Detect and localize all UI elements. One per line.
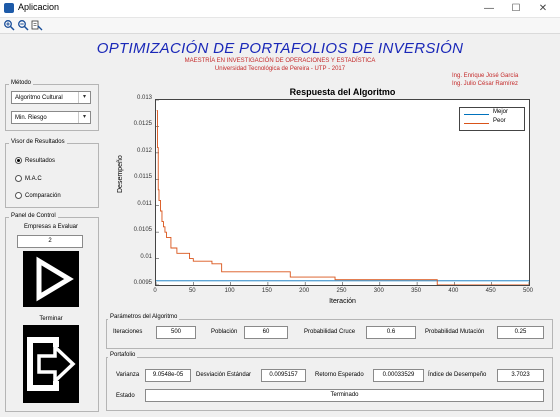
radio-resultados-label: Resultados — [25, 158, 56, 165]
chart-title: Respuesta del Algoritmo — [289, 87, 396, 97]
status-label: Estado — [116, 393, 135, 399]
subtitle-university: Universidad Tecnológica de Pereira - UTP… — [214, 66, 346, 72]
legend-label-mejor: Mejor — [493, 109, 509, 115]
crossover-input[interactable]: 0.6 — [366, 326, 416, 339]
x-tick-label: 350 — [411, 288, 422, 294]
radio-comparacion-label: Comparación — [25, 193, 61, 200]
x-tick-label: 150 — [261, 288, 272, 294]
y-tick-label: 0.01 — [140, 253, 152, 260]
variance-field: 9.0548e-05 — [145, 369, 191, 382]
subtitle-program: MAESTRÍA EN INVESTIGACIÓN DE OPERACIONES… — [184, 58, 376, 64]
population-input[interactable]: 60 — [244, 326, 288, 339]
variance-label: Varianza — [116, 372, 140, 378]
radio-resultados[interactable]: Resultados — [15, 157, 55, 164]
chevron-down-icon: ▾ — [78, 112, 90, 123]
companies-input[interactable]: 2 — [17, 235, 83, 248]
objective-select-value: Min. Riesgo — [15, 115, 47, 121]
control-panel-label: Panel de Control — [9, 213, 58, 219]
std-dev-field: 0.0095157 — [261, 369, 306, 382]
zoom-out-icon[interactable] — [17, 19, 29, 31]
iterations-input[interactable]: 500 — [156, 326, 196, 339]
y-axis-label: Desempeño — [117, 155, 124, 193]
x-tick-label: 300 — [373, 288, 384, 294]
window-titlebar: Aplicacion — ☐ ✕ — [0, 0, 560, 18]
legend-swatch-peor — [464, 123, 489, 124]
mutation-input[interactable]: 0.25 — [497, 326, 544, 339]
finish-button[interactable] — [23, 325, 79, 403]
y-tick-label: 0.011 — [137, 200, 152, 207]
chart-plot-area: Mejor Peor — [155, 99, 530, 286]
minimize-button[interactable]: — — [477, 2, 501, 15]
x-tick-label: 500 — [522, 288, 533, 294]
method-group-label: Método — [9, 80, 34, 86]
legend-label-peor: Peor — [493, 118, 506, 124]
performance-index-field: 3.7023 — [497, 369, 544, 382]
x-tick-label: 250 — [336, 288, 347, 294]
radio-icon — [15, 192, 22, 199]
std-dev-label: Desviación Estándar — [196, 372, 252, 378]
author-1: Ing. Enrique José García — [452, 73, 519, 79]
app-icon — [4, 3, 14, 13]
status-field: Terminado — [145, 389, 544, 402]
x-tick-label: 450 — [485, 288, 496, 294]
series-line-peor — [156, 110, 529, 285]
results-viewer-label: Visor de Resultados — [9, 139, 67, 145]
population-label: Población — [211, 329, 238, 335]
legend-swatch-mejor — [464, 114, 489, 115]
x-tick-label: 400 — [448, 288, 459, 294]
x-tick-label: 0 — [153, 288, 157, 294]
radio-mac-label: M.A.C — [25, 176, 42, 183]
chart-legend: Mejor Peor — [459, 107, 525, 131]
exit-arrow-icon — [27, 337, 76, 391]
y-tick-label: 0.0095 — [133, 280, 152, 286]
x-tick-label: 200 — [299, 288, 310, 294]
data-cursor-icon[interactable] — [31, 19, 43, 31]
page-title: OPTIMIZACIÓN DE PORTAFOLIOS DE INVERSIÓN — [96, 40, 464, 57]
radio-selected-icon — [15, 157, 22, 164]
x-tick-label: 50 — [188, 288, 196, 294]
window-title: Aplicacion — [18, 2, 60, 12]
zoom-in-icon[interactable] — [3, 19, 15, 31]
algorithm-select-value: Algoritmo Cultural — [15, 95, 63, 101]
radio-comparacion[interactable]: Comparación — [15, 192, 61, 199]
maximize-button[interactable]: ☐ — [504, 2, 528, 15]
play-icon — [36, 256, 74, 302]
objective-select[interactable]: Min. Riesgo ▾ — [11, 111, 91, 124]
y-tick-label: 0.0125 — [133, 121, 152, 128]
radio-mac[interactable]: M.A.C — [15, 175, 42, 182]
y-tick-label: 0.013 — [136, 95, 152, 101]
mutation-label: Probabilidad Mutación — [425, 329, 485, 335]
x-tick-label: 100 — [224, 288, 235, 294]
params-label: Parámetros del Algoritmo — [108, 314, 180, 320]
run-button[interactable] — [23, 251, 79, 307]
chevron-down-icon: ▾ — [78, 92, 90, 103]
crossover-label: Probabilidad Cruce — [304, 329, 356, 335]
figure-toolbar — [0, 18, 560, 34]
radio-icon — [15, 175, 22, 182]
portfolio-label: Portafolio — [108, 352, 138, 358]
y-tick-label: 0.0115 — [134, 174, 152, 181]
performance-index-label: Índice de Desempeño — [428, 372, 487, 378]
x-axis-label: Iteración — [329, 298, 356, 305]
finish-label: Terminar — [39, 316, 63, 322]
y-tick-label: 0.012 — [136, 147, 152, 154]
companies-label: Empresas a Evaluar — [23, 224, 79, 230]
algorithm-select[interactable]: Algoritmo Cultural ▾ — [11, 91, 91, 104]
y-tick-label: 0.0105 — [133, 227, 152, 234]
close-button[interactable]: ✕ — [531, 2, 555, 15]
expected-return-field: 0.00033529 — [373, 369, 424, 382]
iterations-label: Iteraciones — [113, 329, 143, 335]
expected-return-label: Retorno Esperado — [315, 372, 364, 378]
portfolio-group — [106, 357, 553, 411]
